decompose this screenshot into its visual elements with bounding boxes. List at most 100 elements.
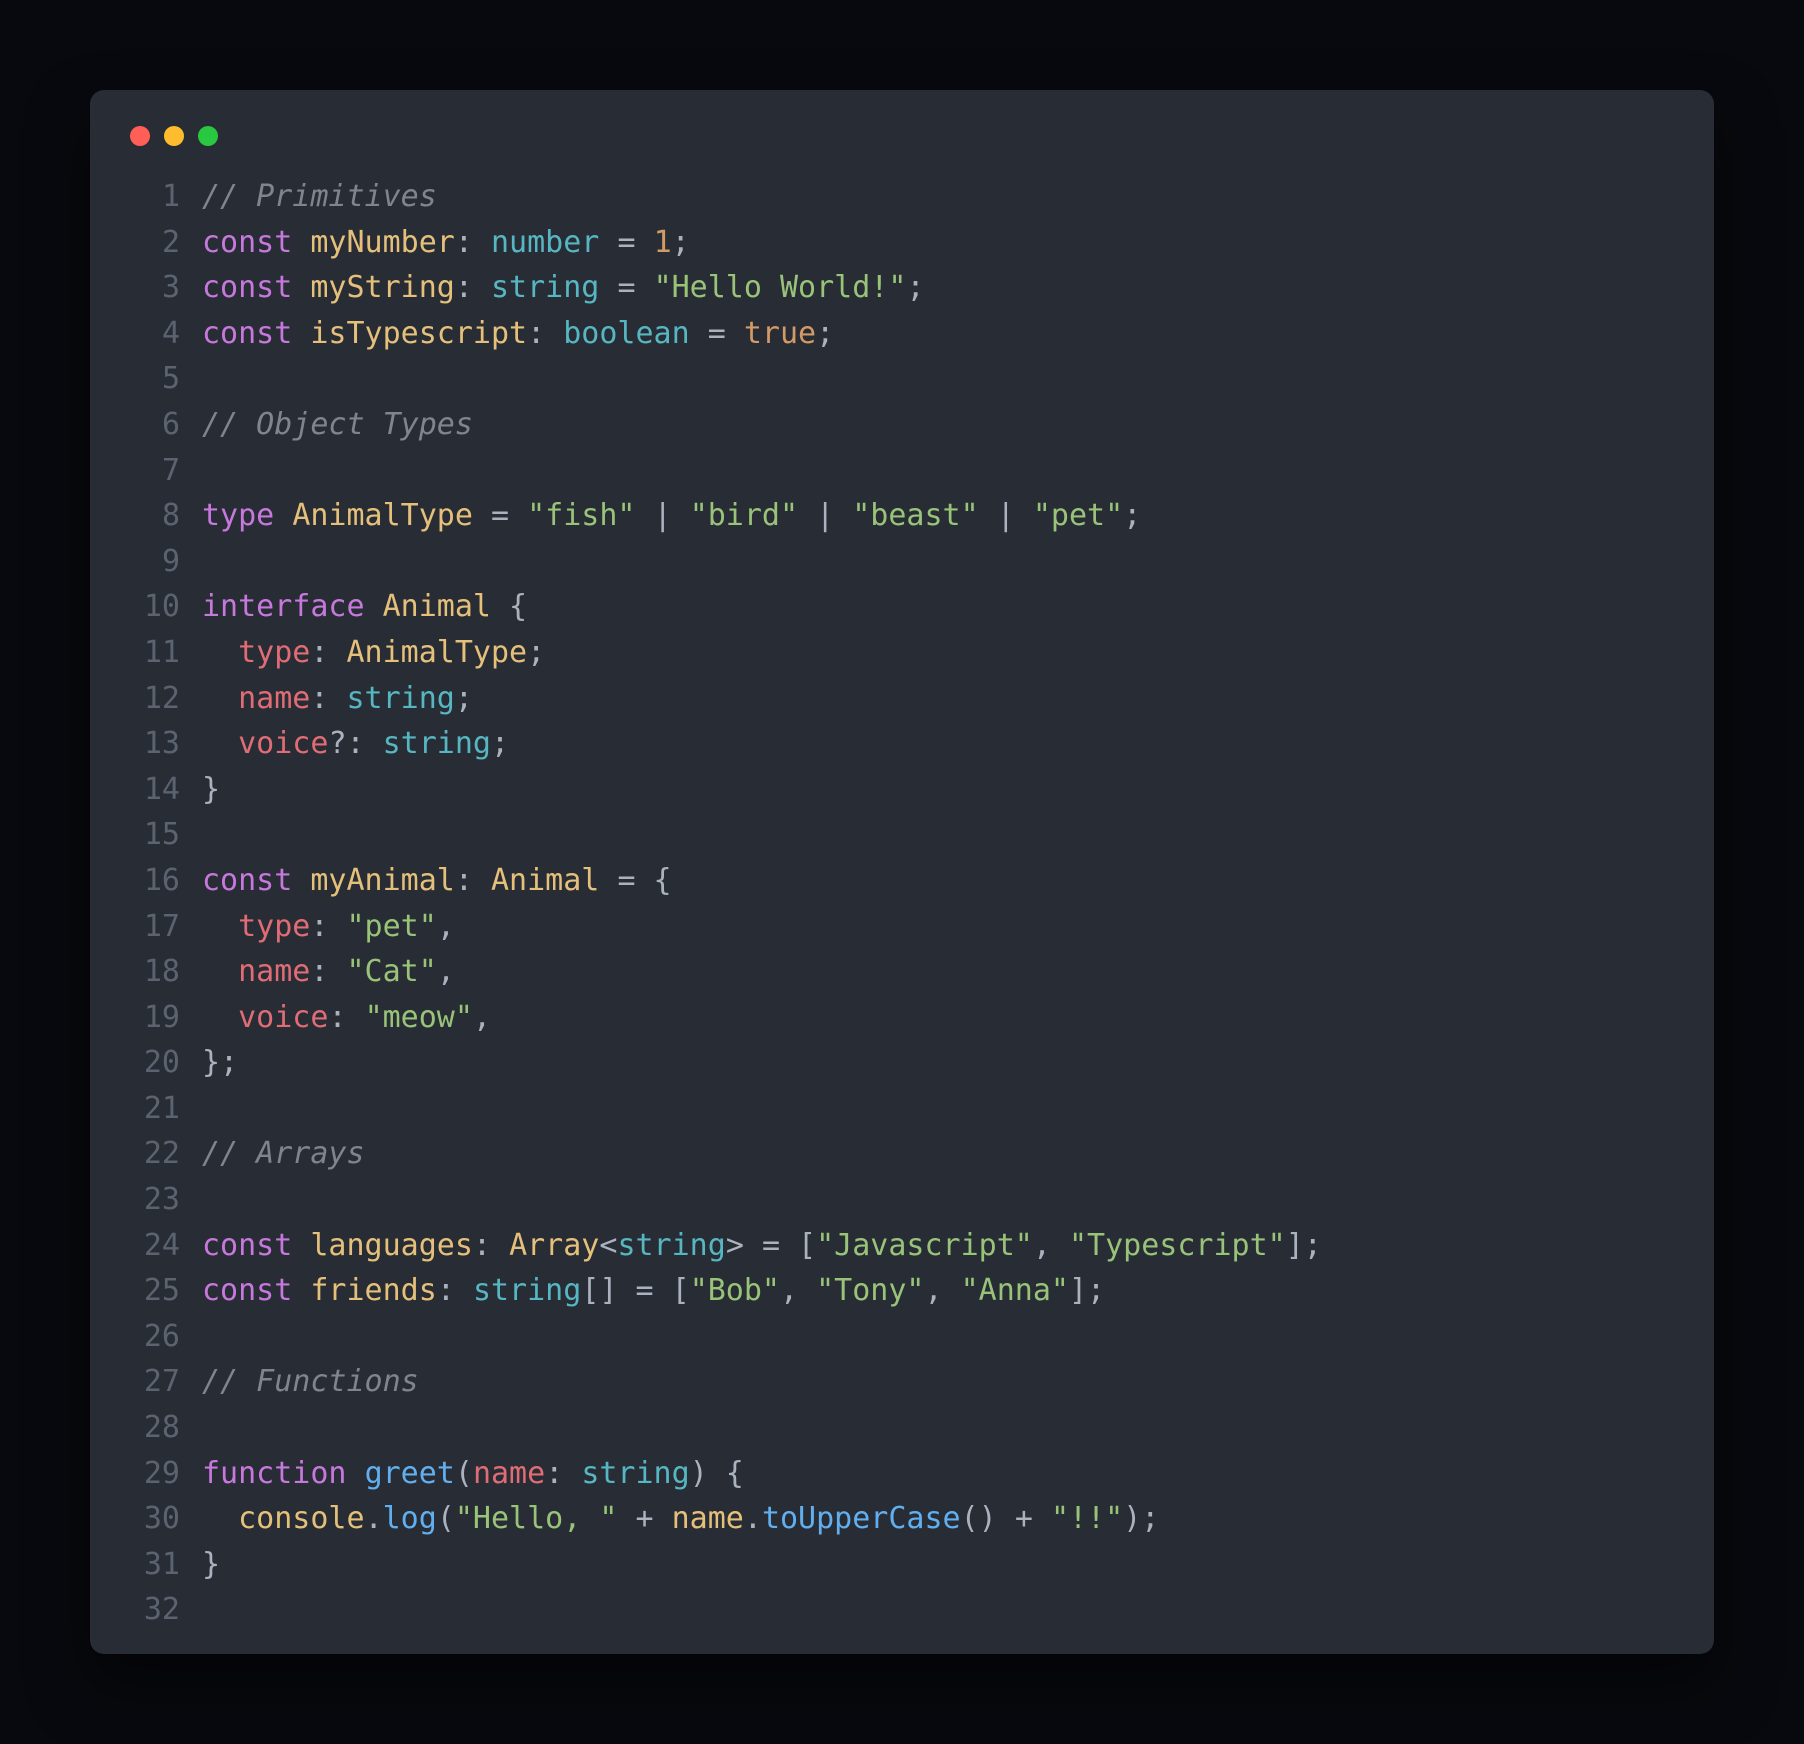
token-plain: . bbox=[744, 1501, 762, 1536]
code-line[interactable]: 26 bbox=[126, 1314, 1678, 1360]
line-content[interactable]: const isTypescript: boolean = true; bbox=[202, 311, 834, 357]
token-plain: { bbox=[636, 863, 672, 898]
code-line[interactable]: 7 bbox=[126, 448, 1678, 494]
token-plain bbox=[834, 498, 852, 533]
code-line[interactable]: 5 bbox=[126, 356, 1678, 402]
code-line[interactable]: 9 bbox=[126, 539, 1678, 585]
minimize-icon[interactable] bbox=[164, 126, 184, 146]
line-content[interactable]: voice: "meow", bbox=[202, 995, 491, 1041]
code-line[interactable]: 24const languages: Array<string> = ["Jav… bbox=[126, 1223, 1678, 1269]
token-plain bbox=[672, 498, 690, 533]
token-string: "Tony" bbox=[816, 1273, 924, 1308]
token-operator: | bbox=[997, 498, 1015, 533]
line-content[interactable] bbox=[202, 1587, 220, 1633]
close-icon[interactable] bbox=[130, 126, 150, 146]
code-line[interactable]: 13 voice?: string; bbox=[126, 721, 1678, 767]
line-content[interactable] bbox=[202, 1177, 220, 1223]
line-content[interactable]: // Arrays bbox=[202, 1131, 365, 1177]
code-line[interactable]: 27// Functions bbox=[126, 1359, 1678, 1405]
line-content[interactable] bbox=[202, 1086, 220, 1132]
token-plain: [ bbox=[654, 1273, 690, 1308]
line-content[interactable]: // Functions bbox=[202, 1359, 419, 1405]
code-line[interactable]: 28 bbox=[126, 1405, 1678, 1451]
line-content[interactable] bbox=[202, 539, 220, 585]
line-number: 29 bbox=[126, 1451, 202, 1497]
code-line[interactable]: 19 voice: "meow", bbox=[126, 995, 1678, 1041]
token-prop: type bbox=[238, 909, 310, 944]
token-plain bbox=[491, 1228, 509, 1263]
code-line[interactable]: 12 name: string; bbox=[126, 676, 1678, 722]
token-operator: ?: bbox=[328, 726, 364, 761]
code-line[interactable]: 18 name: "Cat", bbox=[126, 949, 1678, 995]
line-content[interactable]: const myAnimal: Animal = { bbox=[202, 858, 672, 904]
code-line[interactable]: 22// Arrays bbox=[126, 1131, 1678, 1177]
line-content[interactable]: // Object Types bbox=[202, 402, 473, 448]
line-number: 28 bbox=[126, 1405, 202, 1451]
code-line[interactable]: 8type AnimalType = "fish" | "bird" | "be… bbox=[126, 493, 1678, 539]
line-content[interactable] bbox=[202, 1405, 220, 1451]
code-line[interactable]: 1// Primitives bbox=[126, 174, 1678, 220]
token-operator: > bbox=[726, 1228, 744, 1263]
code-line[interactable]: 29function greet(name: string) { bbox=[126, 1451, 1678, 1497]
line-content[interactable]: const myString: string = "Hello World!"; bbox=[202, 265, 925, 311]
code-line[interactable]: 2const myNumber: number = 1; bbox=[126, 220, 1678, 266]
code-line[interactable]: 21 bbox=[126, 1086, 1678, 1132]
token-plain bbox=[365, 589, 383, 624]
line-content[interactable]: // Primitives bbox=[202, 174, 437, 220]
token-funcname: toUpperCase bbox=[762, 1501, 961, 1536]
line-content[interactable]: const languages: Array<string> = ["Javas… bbox=[202, 1223, 1322, 1269]
code-line[interactable]: 31} bbox=[126, 1542, 1678, 1588]
code-line[interactable]: 30 console.log("Hello, " + name.toUpperC… bbox=[126, 1496, 1678, 1542]
token-keyword: type bbox=[202, 498, 274, 533]
line-content[interactable]: } bbox=[202, 767, 220, 813]
code-line[interactable]: 17 type: "pet", bbox=[126, 904, 1678, 950]
token-keyword: const bbox=[202, 270, 292, 305]
token-plain bbox=[690, 316, 708, 351]
code-line[interactable]: 25const friends: string[] = ["Bob", "Ton… bbox=[126, 1268, 1678, 1314]
line-content[interactable]: voice?: string; bbox=[202, 721, 509, 767]
line-content[interactable]: }; bbox=[202, 1040, 238, 1086]
token-funcname: log bbox=[383, 1501, 437, 1536]
line-content[interactable]: type AnimalType = "fish" | "bird" | "bea… bbox=[202, 493, 1141, 539]
token-operator: : bbox=[455, 863, 473, 898]
code-line[interactable]: 10interface Animal { bbox=[126, 584, 1678, 630]
code-line[interactable]: 6// Object Types bbox=[126, 402, 1678, 448]
code-editor[interactable]: 1// Primitives2const myNumber: number = … bbox=[126, 174, 1678, 1633]
token-string: "beast" bbox=[852, 498, 978, 533]
token-variable: isTypescript bbox=[310, 316, 527, 351]
line-content[interactable]: interface Animal { bbox=[202, 584, 527, 630]
token-string: "bird" bbox=[690, 498, 798, 533]
line-number: 19 bbox=[126, 995, 202, 1041]
line-content[interactable]: type: AnimalType; bbox=[202, 630, 545, 676]
code-line[interactable]: 16const myAnimal: Animal = { bbox=[126, 858, 1678, 904]
line-content[interactable] bbox=[202, 812, 220, 858]
token-operator: = bbox=[636, 1273, 654, 1308]
line-content[interactable]: type: "pet", bbox=[202, 904, 455, 950]
line-content[interactable]: console.log("Hello, " + name.toUpperCase… bbox=[202, 1496, 1159, 1542]
code-line[interactable]: 11 type: AnimalType; bbox=[126, 630, 1678, 676]
code-line[interactable]: 20}; bbox=[126, 1040, 1678, 1086]
line-content[interactable]: const friends: string[] = ["Bob", "Tony"… bbox=[202, 1268, 1105, 1314]
code-line[interactable]: 4const isTypescript: boolean = true; bbox=[126, 311, 1678, 357]
line-content[interactable]: const myNumber: number = 1; bbox=[202, 220, 690, 266]
line-content[interactable] bbox=[202, 448, 220, 494]
code-line[interactable]: 3const myString: string = "Hello World!"… bbox=[126, 265, 1678, 311]
code-line[interactable]: 14} bbox=[126, 767, 1678, 813]
line-content[interactable]: function greet(name: string) { bbox=[202, 1451, 744, 1497]
line-content[interactable]: name: "Cat", bbox=[202, 949, 455, 995]
code-line[interactable]: 32 bbox=[126, 1587, 1678, 1633]
token-comment: // Primitives bbox=[202, 179, 437, 214]
line-number: 27 bbox=[126, 1359, 202, 1405]
line-content[interactable]: } bbox=[202, 1542, 220, 1588]
code-line[interactable]: 15 bbox=[126, 812, 1678, 858]
line-number: 13 bbox=[126, 721, 202, 767]
maximize-icon[interactable] bbox=[198, 126, 218, 146]
line-content[interactable]: name: string; bbox=[202, 676, 473, 722]
token-plain bbox=[292, 1228, 310, 1263]
line-content[interactable] bbox=[202, 356, 220, 402]
token-keyword: const bbox=[202, 225, 292, 260]
code-line[interactable]: 23 bbox=[126, 1177, 1678, 1223]
token-string: "Cat" bbox=[347, 954, 437, 989]
line-content[interactable] bbox=[202, 1314, 220, 1360]
token-plain bbox=[473, 498, 491, 533]
